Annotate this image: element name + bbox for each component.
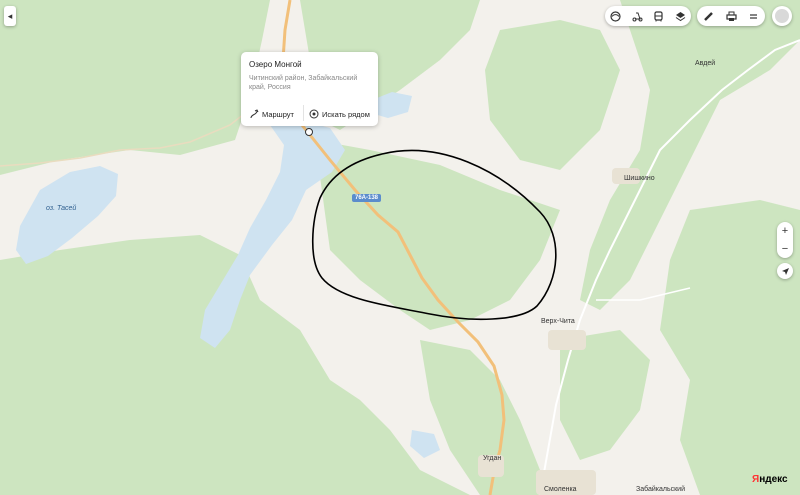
place-avdei: Авдей (695, 60, 716, 67)
ruler-icon (703, 11, 713, 21)
panorama-icon (610, 10, 621, 22)
place-zabaikalsky: Забайкальский (636, 486, 685, 493)
scooter-button[interactable] (627, 6, 649, 26)
place-smolenka: Смоленка (544, 486, 577, 493)
place-ugdan: Угдан (483, 455, 502, 462)
road-number-badge: 76А-138 (352, 194, 382, 202)
map-canvas[interactable]: оз. Тасей Авдей Шишкино Верх-Чита Угдан … (0, 0, 800, 495)
layers-button[interactable] (670, 6, 692, 26)
search-nearby-icon (309, 109, 319, 119)
panorama-button[interactable] (605, 6, 627, 26)
navigation-arrow-icon (781, 267, 789, 275)
ruler-button[interactable] (697, 6, 720, 26)
forest-areas (0, 0, 800, 495)
place-popup: Озеро Монгой Читинский район, Забайкальс… (241, 52, 378, 126)
transit-button[interactable] (648, 6, 670, 26)
place-shishkino: Шишкино (624, 175, 655, 182)
search-nearby-button[interactable]: Искать рядом (309, 109, 370, 119)
route-button[interactable]: Маршрут (249, 109, 294, 119)
layers-icon (675, 11, 686, 21)
place-verkh-chita: Верх-Чита (541, 318, 575, 325)
route-button-label: Маршрут (262, 109, 294, 119)
map-layers-toolbar (605, 6, 691, 26)
map-tools-toolbar (697, 6, 765, 26)
user-avatar[interactable] (772, 6, 792, 26)
map-base-layer (0, 0, 800, 495)
location-pin[interactable] (305, 128, 313, 136)
bus-icon (654, 10, 663, 21)
menu-button[interactable] (742, 6, 765, 26)
zoom-in-button[interactable]: + (777, 222, 793, 240)
avatar-placeholder-icon (775, 9, 789, 23)
print-icon (725, 11, 737, 21)
lake-tasei-label: оз. Тасей (46, 205, 77, 212)
menu-icon (750, 13, 758, 19)
search-nearby-label: Искать рядом (322, 109, 370, 119)
route-icon (250, 109, 259, 119)
zoom-out-button[interactable]: − (777, 240, 793, 258)
place-address: Читинский район, Забайкальский край, Рос… (249, 75, 358, 91)
scooter-icon (632, 12, 643, 21)
zoom-control: + − (777, 222, 793, 258)
yandex-logo: Яндекс (752, 474, 788, 485)
place-title: Озеро Монгой (249, 60, 302, 69)
chevron-left-icon: ◂ (7, 10, 13, 21)
popup-divider (303, 105, 304, 121)
locate-me-button[interactable] (777, 263, 793, 279)
collapse-panel-button[interactable]: ◂ (4, 6, 16, 26)
print-button[interactable] (720, 6, 743, 26)
